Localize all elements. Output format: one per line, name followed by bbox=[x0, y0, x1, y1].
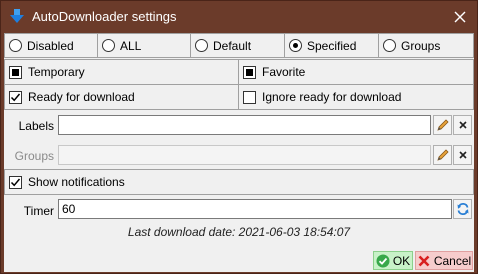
radio-label: ALL bbox=[120, 38, 142, 53]
download-arrow-icon bbox=[9, 8, 25, 24]
timer-input[interactable] bbox=[58, 199, 452, 219]
settings-window: AutoDownloader settings Disabled ALL Def… bbox=[0, 0, 478, 274]
checkbox-label: Show notifications bbox=[28, 175, 125, 189]
radio-circle[interactable] bbox=[383, 39, 396, 52]
checkbox-favorite[interactable]: Favorite bbox=[238, 59, 474, 85]
radio-default[interactable]: Default bbox=[190, 33, 285, 58]
checkmark-icon bbox=[10, 93, 21, 101]
groups-input[interactable] bbox=[58, 145, 431, 165]
clear-x-icon bbox=[458, 121, 467, 129]
radio-label: Disabled bbox=[27, 38, 74, 53]
check-icon bbox=[376, 254, 390, 267]
pencil-icon bbox=[436, 119, 449, 131]
cancel-x-icon bbox=[418, 255, 430, 266]
checkbox-show-notifications[interactable]: Show notifications bbox=[4, 169, 474, 195]
radio-label: Groups bbox=[401, 38, 441, 53]
checkbox-box[interactable] bbox=[9, 65, 22, 79]
checkbox-temporary[interactable]: Temporary bbox=[4, 59, 239, 85]
last-download-status: Last download date: 2021-06-03 18:54:07 bbox=[127, 225, 351, 239]
radio-circle[interactable] bbox=[102, 39, 115, 52]
clear-x-icon bbox=[458, 151, 467, 159]
radio-circle[interactable] bbox=[195, 39, 208, 52]
timer-refresh-button[interactable] bbox=[453, 199, 472, 219]
radio-label: Specified bbox=[307, 38, 357, 53]
checkbox-label: Ready for download bbox=[28, 90, 135, 104]
labels-input[interactable] bbox=[58, 115, 431, 135]
ok-label: OK bbox=[392, 253, 411, 268]
close-icon bbox=[454, 11, 466, 23]
radio-specified[interactable]: Specified bbox=[284, 33, 379, 58]
radio-circle[interactable] bbox=[289, 39, 302, 52]
checkbox-ignore-ready[interactable]: Ignore ready for download bbox=[238, 84, 474, 110]
ok-button[interactable]: OK bbox=[373, 251, 413, 270]
checkbox-box[interactable] bbox=[9, 90, 22, 104]
cancel-label: Cancel bbox=[433, 253, 472, 268]
checkbox-label: Ignore ready for download bbox=[262, 90, 402, 104]
pencil-icon bbox=[436, 149, 449, 161]
labels-edit-button[interactable] bbox=[433, 115, 452, 135]
radio-label: Default bbox=[213, 38, 252, 53]
title-bar[interactable]: AutoDownloader settings bbox=[1, 1, 477, 32]
groups-clear-button[interactable] bbox=[453, 145, 472, 165]
radio-circle[interactable] bbox=[9, 39, 22, 52]
checkmark-icon bbox=[10, 178, 21, 186]
groups-label: Groups bbox=[14, 149, 54, 163]
cancel-button[interactable]: Cancel bbox=[415, 251, 473, 270]
radio-groups[interactable]: Groups bbox=[378, 33, 474, 58]
groups-edit-button[interactable] bbox=[433, 145, 452, 165]
radio-all[interactable]: ALL bbox=[97, 33, 191, 58]
checkbox-box[interactable] bbox=[243, 65, 256, 79]
radio-disabled[interactable]: Disabled bbox=[4, 33, 98, 58]
timer-label: Timer bbox=[23, 204, 54, 218]
checkbox-box[interactable] bbox=[9, 175, 22, 189]
checkbox-ready-for-download[interactable]: Ready for download bbox=[4, 84, 239, 110]
refresh-icon bbox=[457, 202, 468, 216]
dialog-body: Disabled ALL Default Specified Groups Te… bbox=[4, 33, 474, 272]
close-button[interactable] bbox=[449, 6, 471, 28]
labels-label: Labels bbox=[18, 119, 54, 133]
checkbox-label: Temporary bbox=[28, 65, 85, 79]
labels-clear-button[interactable] bbox=[453, 115, 472, 135]
checkbox-label: Favorite bbox=[262, 65, 306, 79]
checkbox-box[interactable] bbox=[243, 90, 256, 104]
window-title: AutoDownloader settings bbox=[32, 9, 177, 24]
